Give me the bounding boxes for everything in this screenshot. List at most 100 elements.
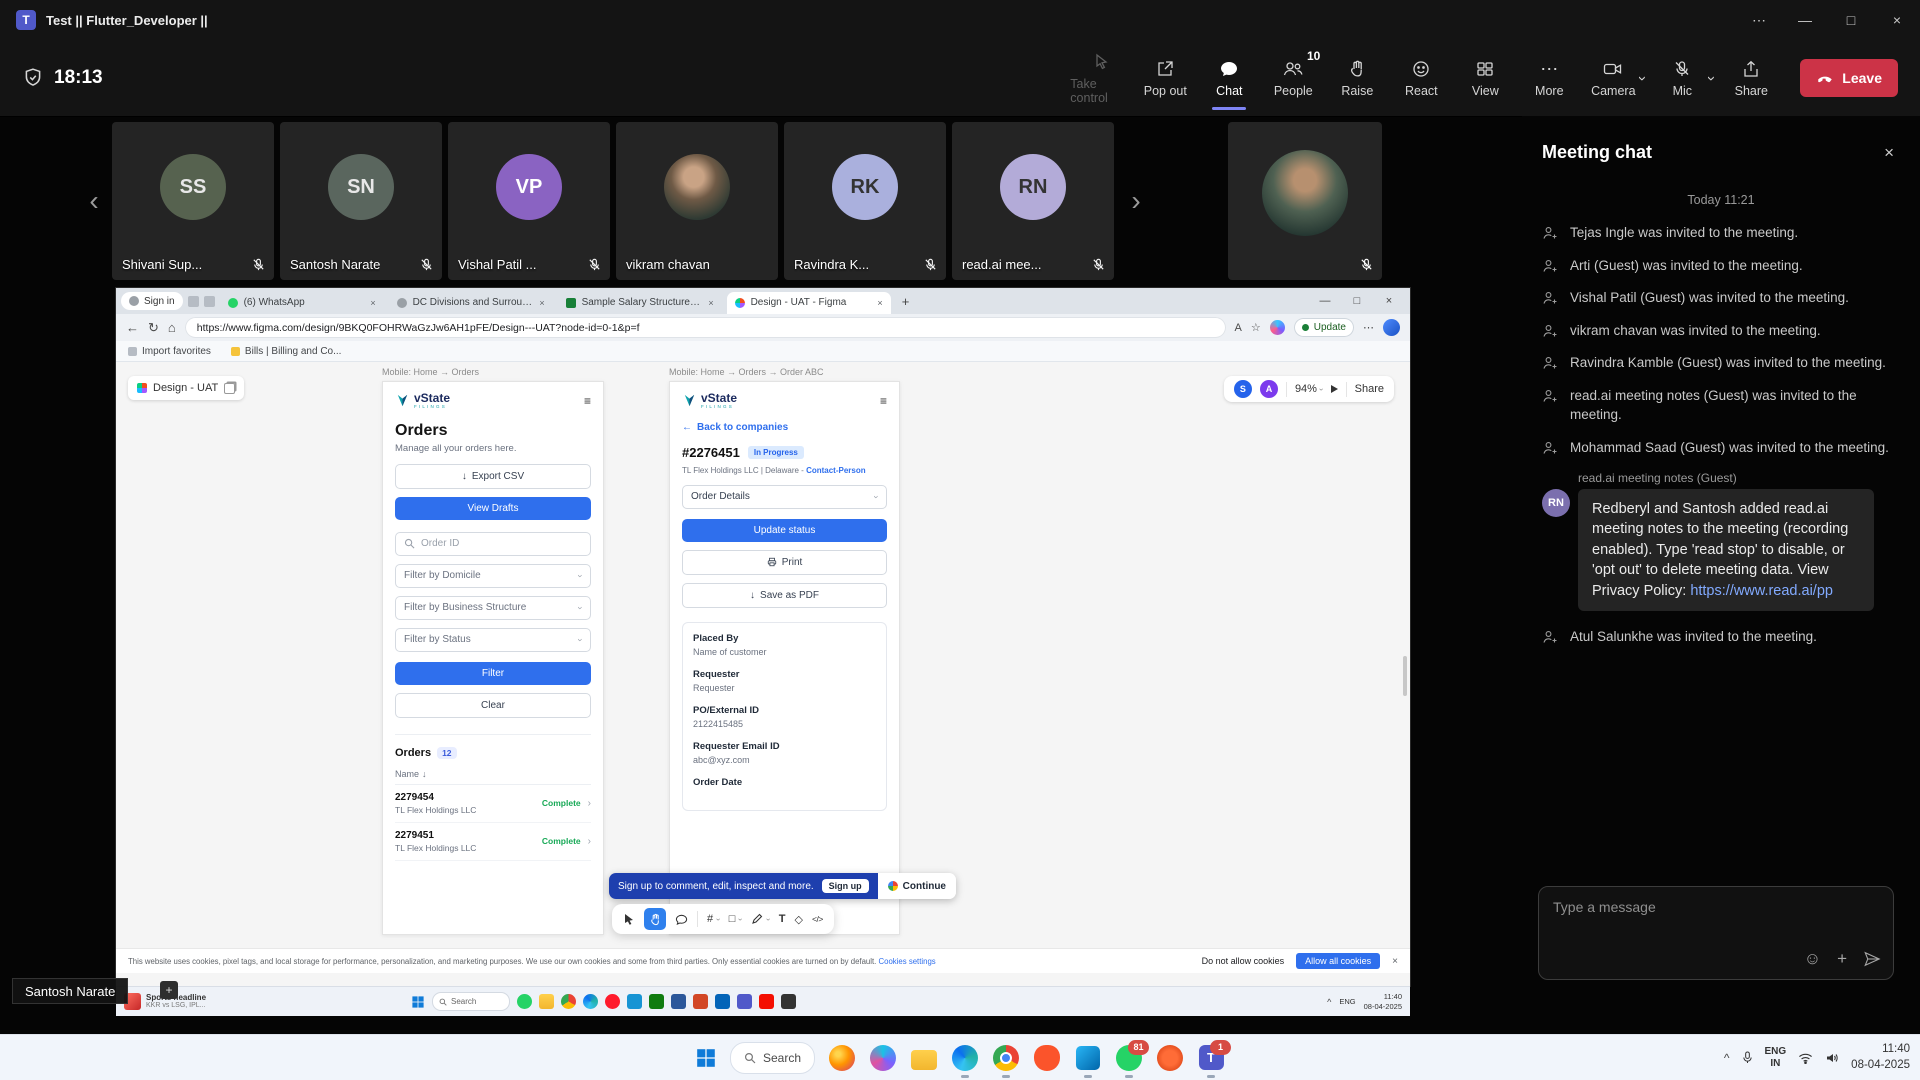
back-to-companies-link[interactable]: ← Back to companies	[682, 422, 887, 433]
tab-close-icon[interactable]: ×	[370, 298, 375, 308]
take-control-button[interactable]: Take control	[1070, 45, 1132, 111]
zoom-level[interactable]: 94%	[1295, 383, 1317, 395]
language-indicator[interactable]: ENG IN	[1765, 1046, 1787, 1070]
share-button[interactable]: Share	[1720, 45, 1782, 111]
view-drafts-button[interactable]: View Drafts	[395, 497, 591, 520]
prototype-play-icon[interactable]	[1331, 385, 1338, 393]
tray-expand-icon[interactable]: ^	[1327, 997, 1331, 1007]
taskbar-search-box[interactable]: Search	[730, 1042, 815, 1074]
figma-share-button[interactable]: Share	[1355, 383, 1384, 395]
tab-dc-divisions[interactable]: DC Divisions and Surroundings ×	[389, 292, 553, 314]
privacy-policy-link[interactable]: https://www.read.ai/pp	[1690, 583, 1833, 599]
terminal-icon[interactable]	[781, 994, 796, 1009]
collaborator-avatar[interactable]: A	[1260, 380, 1278, 398]
export-csv-button[interactable]: ↓ Export CSV	[395, 464, 591, 489]
copilot-icon[interactable]	[1270, 320, 1285, 335]
leave-button[interactable]: Leave	[1800, 59, 1898, 97]
mobile-frame-order-detail[interactable]: vState FILINGS ≡ ← Back to companies #22…	[669, 381, 900, 935]
save-as-pdf-button[interactable]: ↓ Save as PDF	[682, 583, 887, 608]
deny-cookies-button[interactable]: Do not allow cookies	[1202, 956, 1285, 966]
browser-minimize-button[interactable]: —	[1309, 288, 1341, 314]
participant-tile[interactable]: VP Vishal Patil ...	[448, 122, 610, 280]
clear-button[interactable]: Clear	[395, 693, 591, 718]
start-button[interactable]	[695, 1047, 717, 1069]
home-icon[interactable]: ⌂	[168, 320, 176, 335]
participant-tile[interactable]: vikram chavan	[616, 122, 778, 280]
back-icon[interactable]: ←	[126, 320, 139, 335]
url-field[interactable]: https://www.figma.com/design/9BKQ0FOHRWa…	[185, 317, 1226, 338]
mic-dropdown-icon[interactable]: ›	[1703, 76, 1720, 81]
tab-close-icon[interactable]: ×	[708, 298, 713, 308]
frame-tool-icon[interactable]: #	[707, 913, 713, 925]
brave-icon[interactable]	[1033, 1044, 1061, 1072]
favorite-star-icon[interactable]: ☆	[1251, 321, 1261, 334]
browser-update-button[interactable]: Update	[1294, 318, 1354, 337]
whatsapp-icon[interactable]	[517, 994, 532, 1009]
acrobat-icon[interactable]	[759, 994, 774, 1009]
react-button[interactable]: React	[1390, 45, 1452, 111]
import-favorites-item[interactable]: Import favorites	[128, 346, 211, 357]
print-button[interactable]: Print	[682, 550, 887, 575]
file-explorer-icon[interactable]	[539, 994, 554, 1009]
close-button[interactable]: ×	[1874, 0, 1920, 40]
signup-button[interactable]: Sign up	[822, 879, 869, 893]
chrome-icon[interactable]	[992, 1044, 1020, 1072]
vscode-icon[interactable]	[1074, 1044, 1102, 1072]
minimize-button[interactable]: —	[1782, 0, 1828, 40]
participant-tile[interactable]: SS Shivani Sup...	[112, 122, 274, 280]
whatsapp-icon[interactable]: 81	[1115, 1044, 1143, 1072]
cookie-settings-link[interactable]: Cookies settings	[878, 957, 935, 966]
shape-tool-icon[interactable]: □	[729, 913, 736, 925]
component-tool-icon[interactable]: ◇	[795, 913, 803, 926]
participant-tile[interactable]: RK Ravindra K...	[784, 122, 946, 280]
edge-icon[interactable]	[951, 1044, 979, 1072]
filter-domicile-select[interactable]: Filter by Domicile ›	[395, 564, 591, 588]
participant-tile[interactable]: SN Santosh Narate	[280, 122, 442, 280]
tray-expand-icon[interactable]: ^	[1724, 1051, 1730, 1065]
chevron-down-icon[interactable]: ›	[736, 918, 745, 921]
copilot-icon[interactable]	[869, 1044, 897, 1072]
tab-close-icon[interactable]: ×	[539, 298, 544, 308]
workspace-icon[interactable]	[188, 296, 199, 307]
dev-mode-icon[interactable]: </>	[812, 914, 823, 924]
browser-maximize-button[interactable]: □	[1341, 288, 1373, 314]
titlebar-more-icon[interactable]: ⋯	[1736, 0, 1782, 40]
view-button[interactable]: View	[1454, 45, 1516, 111]
order-row[interactable]: 2279454 TL Flex Holdings LLC Complete ›	[395, 785, 591, 823]
hand-tool-icon[interactable]	[644, 908, 666, 930]
continue-with-google-button[interactable]: Continue	[878, 873, 956, 899]
chat-close-icon[interactable]: ×	[1884, 143, 1894, 163]
scroll-right-icon[interactable]: ›	[1122, 176, 1150, 226]
emoji-icon[interactable]: ☺	[1804, 949, 1821, 969]
order-details-select[interactable]: Order Details ›	[682, 485, 887, 509]
text-tool-icon[interactable]: T	[779, 913, 786, 925]
chevron-down-icon[interactable]: ›	[764, 918, 773, 921]
chrome-icon[interactable]	[561, 994, 576, 1009]
collaborator-avatar[interactable]: S	[1234, 380, 1252, 398]
allow-cookies-button[interactable]: Allow all cookies	[1296, 953, 1380, 969]
tab-salary-sheet[interactable]: Sample Salary Structure with cal... ×	[558, 292, 722, 314]
update-status-button[interactable]: Update status	[682, 519, 887, 542]
more-button[interactable]: ⋯ More	[1518, 45, 1580, 111]
browser-signin-chip[interactable]: Sign in	[121, 292, 183, 310]
start-icon[interactable]	[411, 995, 425, 1009]
order-id-input[interactable]: Order ID	[395, 532, 591, 556]
menu-icon[interactable]: ≡	[880, 394, 887, 408]
table-header[interactable]: Name ↓	[395, 769, 591, 785]
figma-file-chip[interactable]: Design - UAT	[128, 376, 244, 400]
copy-icon[interactable]	[224, 383, 235, 394]
browser-menu-icon[interactable]: ⋯	[1363, 321, 1374, 334]
message-compose-box[interactable]: Type a message ☺ +	[1538, 886, 1894, 980]
bookmark-bills-item[interactable]: Bills | Billing and Co...	[231, 346, 342, 357]
chevron-down-icon[interactable]: ›	[714, 918, 723, 921]
pop-out-button[interactable]: Pop out	[1134, 45, 1196, 111]
opera-icon[interactable]	[605, 994, 620, 1009]
file-explorer-icon[interactable]	[910, 1044, 938, 1072]
excel-icon[interactable]	[649, 994, 664, 1009]
move-tool-icon[interactable]	[623, 913, 635, 925]
raise-hand-button[interactable]: Raise	[1326, 45, 1388, 111]
tab-figma-active[interactable]: Design - UAT - Figma ×	[727, 292, 891, 314]
frame-title[interactable]: Mobile: Home → Orders	[382, 367, 479, 377]
volume-icon[interactable]	[1825, 1052, 1839, 1064]
contact-person-link[interactable]: Contact-Person	[806, 466, 866, 475]
